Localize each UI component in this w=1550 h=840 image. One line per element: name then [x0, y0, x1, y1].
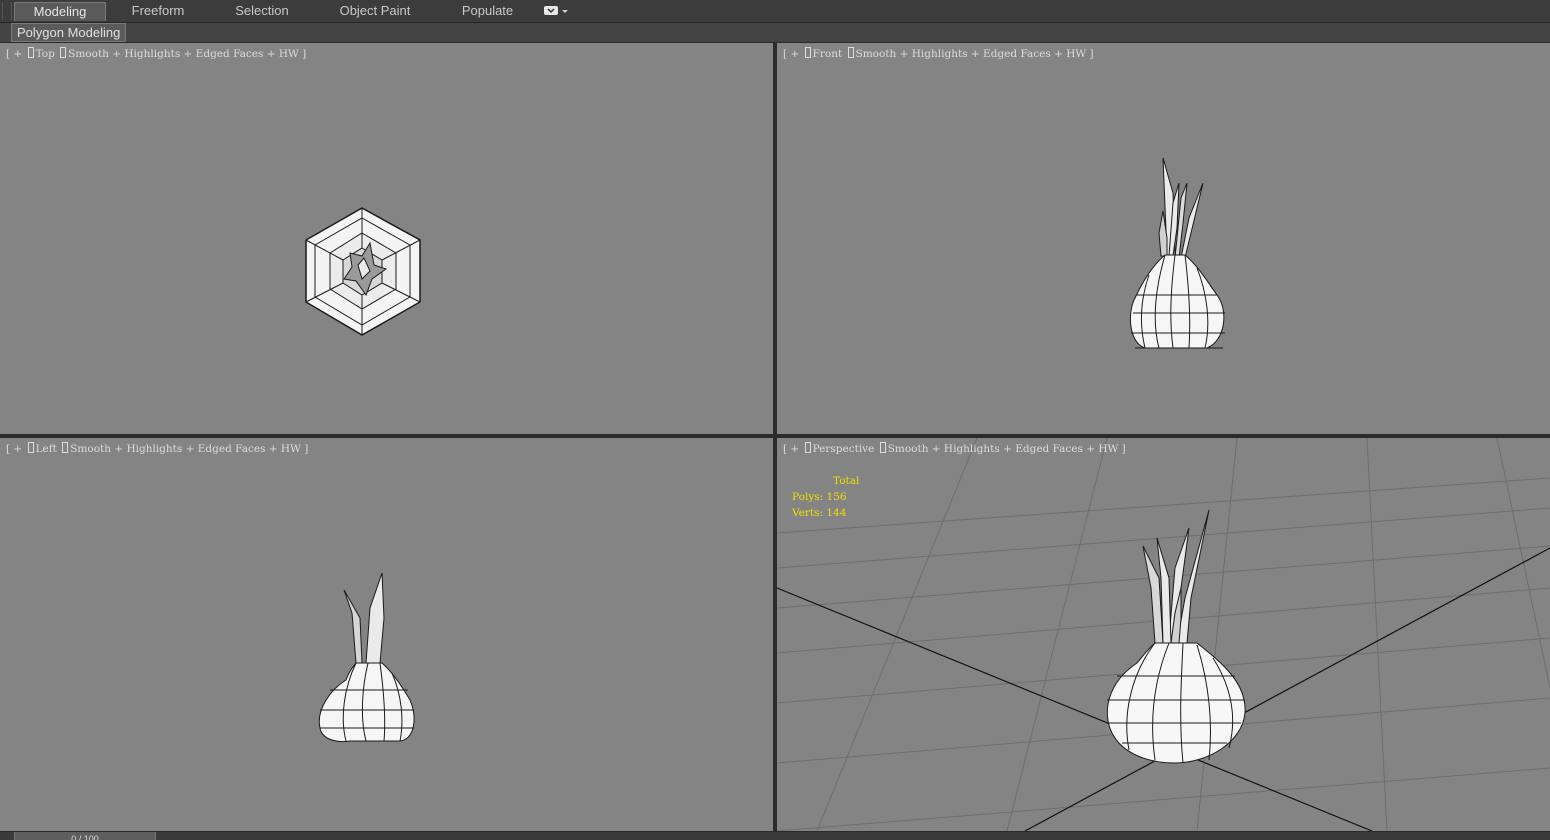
- time-slider-bar: 0 / 100: [0, 832, 1550, 840]
- polygon-modeling-button[interactable]: Polygon Modeling: [11, 23, 127, 42]
- onion-left-view: [318, 572, 415, 743]
- viewport-front[interactable]: [ + Front Smooth + Highlights + Edged Fa…: [777, 43, 1550, 434]
- viewport-top[interactable]: [ + Top Smooth + Highlights + Edged Face…: [0, 43, 773, 434]
- ribbon-tab-bar: Modeling Freeform Selection Object Paint…: [0, 0, 1550, 23]
- time-slider[interactable]: 0 / 100: [14, 832, 156, 840]
- polygon-modeling-bar: Polygon Modeling: [0, 23, 1550, 43]
- tab-populate[interactable]: Populate: [450, 2, 525, 20]
- onion-top-view: [305, 207, 421, 336]
- tab-freeform[interactable]: Freeform: [118, 2, 198, 20]
- ribbon-options-icon[interactable]: [544, 5, 570, 18]
- onion-front-view: [1129, 157, 1225, 349]
- tab-modeling[interactable]: Modeling: [14, 2, 106, 21]
- onion-perspective-view: [1106, 509, 1246, 764]
- tab-object-paint[interactable]: Object Paint: [330, 2, 420, 20]
- ribbon-grip[interactable]: [2, 2, 12, 20]
- viewport-left[interactable]: [ + Left Smooth + Highlights + Edged Fac…: [0, 438, 773, 831]
- tab-selection[interactable]: Selection: [222, 2, 302, 20]
- viewport-perspective[interactable]: [ + Perspective Smooth + Highlights + Ed…: [777, 438, 1550, 831]
